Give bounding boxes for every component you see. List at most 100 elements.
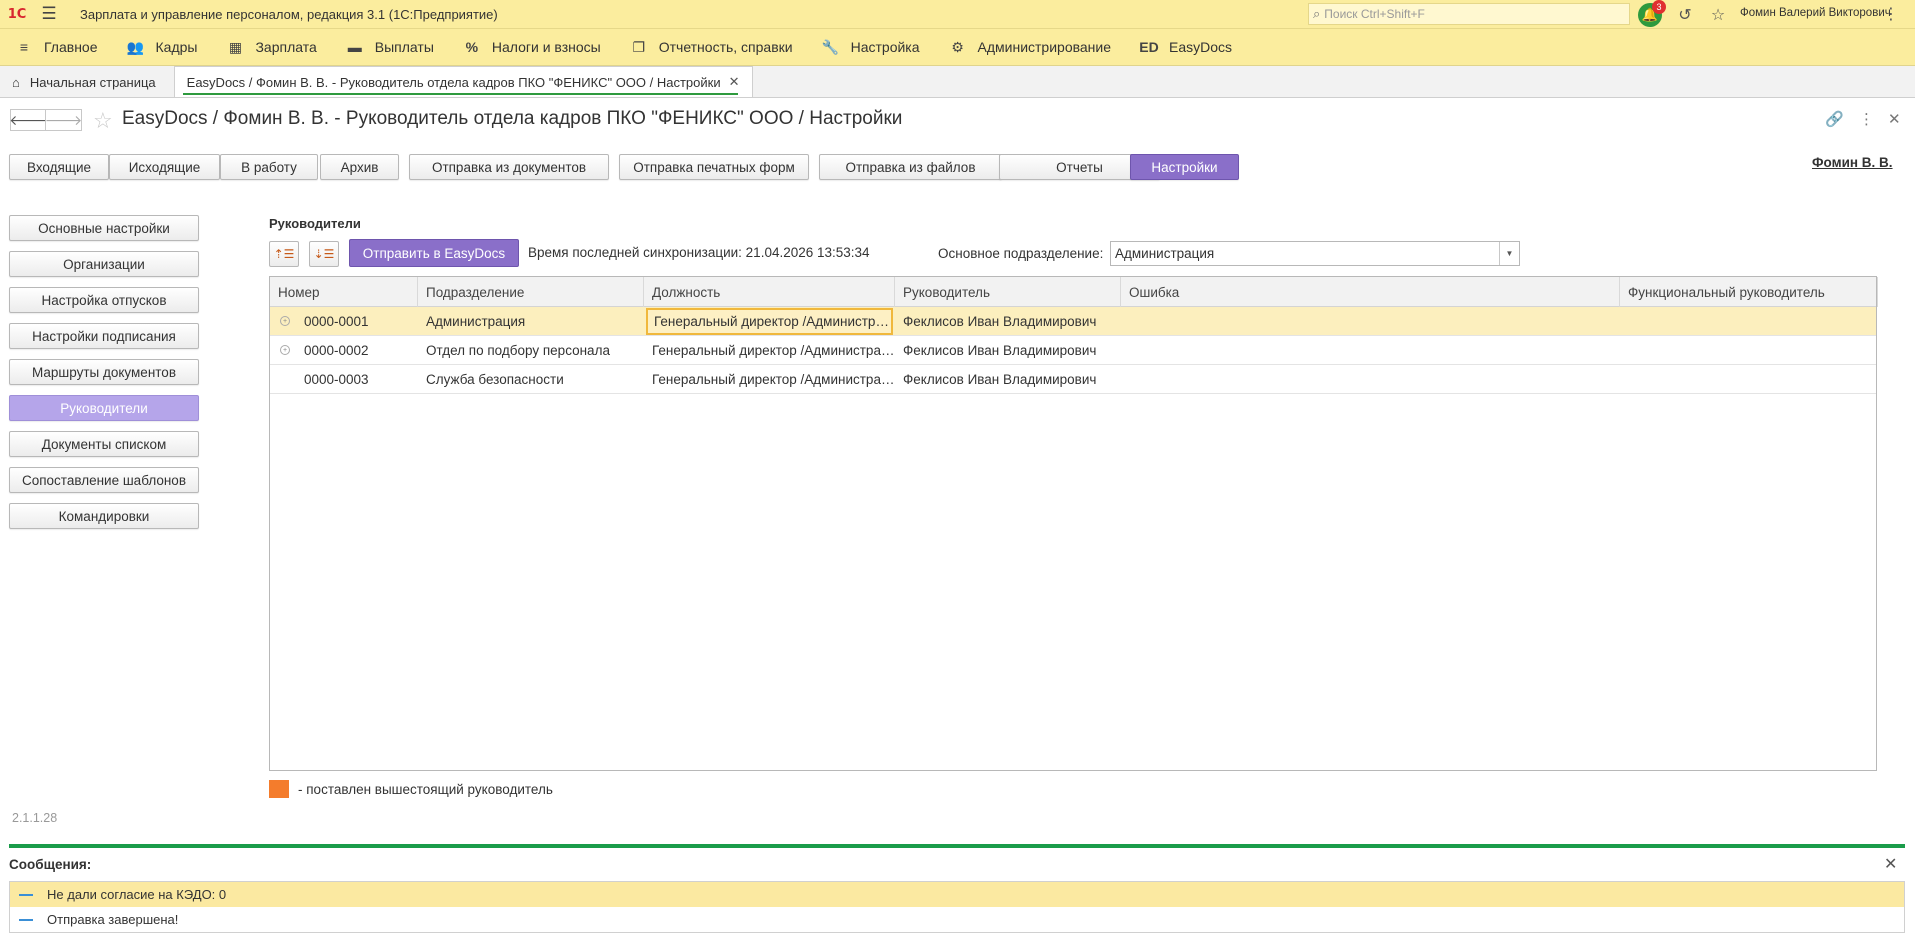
cell-department[interactable]: Служба безопасности (418, 365, 644, 394)
search-placeholder: Поиск Ctrl+Shift+F (1324, 7, 1425, 21)
favorite-star-icon[interactable]: ☆ (93, 108, 113, 134)
column-header[interactable]: Руководитель (895, 277, 1121, 307)
section-4[interactable]: ▬ Выплаты (331, 29, 448, 66)
section-label: Администрирование (977, 39, 1112, 55)
notifications-bell-icon[interactable]: 🔔 3 (1638, 0, 1666, 27)
left-menu-item-7[interactable]: Документы списком (9, 431, 199, 457)
cell-department[interactable]: Отдел по подбору персонала (418, 336, 644, 365)
left-menu-item-2[interactable]: Организации (9, 251, 199, 277)
section-label: Кадры (155, 39, 198, 55)
cell-position[interactable]: Генеральный директор /Администрация (646, 308, 893, 335)
section-9[interactable]: ED EasyDocs (1125, 29, 1246, 66)
action-button-1[interactable]: Входящие (9, 154, 109, 180)
messages-divider (9, 844, 1905, 848)
section-5[interactable]: % Налоги и взносы (448, 29, 615, 66)
table-row[interactable]: +0000-0001 Администрация Генеральный дирек… (270, 307, 1876, 336)
left-menu-item-1[interactable]: Основные настройки (9, 215, 199, 241)
close-tab-icon[interactable]: ✕ (729, 74, 740, 90)
table-row[interactable]: +0000-0002 Отдел по подбору персонала Гене… (270, 336, 1876, 365)
cell-error[interactable] (1121, 307, 1620, 336)
action-button-6[interactable]: Отправка печатных форм (619, 154, 809, 180)
tab-home[interactable]: ⌂ Начальная страница (0, 67, 168, 97)
cell-functional[interactable] (1620, 336, 1878, 365)
sort-descending-button[interactable]: ⇣☰ (309, 241, 339, 267)
section-6[interactable]: ❐ Отчетность, справки (615, 29, 807, 66)
message-text: Отправка завершена! (47, 912, 179, 927)
history-icon[interactable]: ↺ (1673, 3, 1697, 27)
message-item[interactable]: Не дали согласие на КЭДО: 0 (10, 882, 1904, 907)
table-row[interactable]: 0000-0003 Служба безопасности Генеральный … (270, 365, 1876, 394)
action-button-3[interactable]: В работу (220, 154, 318, 180)
cell-functional[interactable] (1620, 307, 1878, 336)
cell-error[interactable] (1121, 365, 1620, 394)
cell-position[interactable]: Генеральный директор /Администрация (644, 336, 895, 365)
column-header[interactable]: Должность (644, 277, 895, 307)
section-8[interactable]: ⚙ Администрирование (934, 29, 1126, 66)
department-value: Администрация (1115, 246, 1215, 261)
expand-row-icon[interactable]: + (280, 345, 290, 355)
dropdown-arrow-icon[interactable]: ▼ (1499, 242, 1519, 265)
section-label: Главное (44, 39, 98, 55)
message-item[interactable]: Отправка завершена! (10, 907, 1904, 932)
expand-row-icon[interactable]: + (280, 316, 290, 326)
table-header: Номер Подразделение Должность Руководитель О… (270, 277, 1878, 307)
message-text: Не дали согласие на КЭДО: 0 (47, 887, 227, 902)
action-button-4[interactable]: Архив (320, 154, 399, 180)
cell-manager[interactable]: Феклисов Иван Владимирович (895, 336, 1121, 365)
easydocs-icon: ED (1139, 39, 1159, 55)
department-field[interactable]: Администрация ▼ (1110, 241, 1520, 266)
section-1[interactable]: ≡ Главное (0, 29, 112, 66)
search-input[interactable]: ⌕ Поиск Ctrl+Shift+F (1308, 3, 1630, 25)
column-header[interactable]: Подразделение (418, 277, 644, 307)
version-label: 2.1.1.28 (12, 811, 58, 825)
send-to-easydocs-button[interactable]: Отправить в EasyDocs (349, 239, 519, 267)
cell-manager[interactable]: Феклисов Иван Владимирович (895, 307, 1121, 336)
cell-error[interactable] (1121, 336, 1620, 365)
left-menu-item-4[interactable]: Настройки подписания (9, 323, 199, 349)
messages-list: Не дали согласие на КЭДО: 0 Отправка заве… (9, 881, 1905, 933)
section-3[interactable]: ▦ Зарплата (211, 29, 330, 66)
action-button-9[interactable]: Настройки (1130, 154, 1239, 180)
favorites-star-icon[interactable]: ☆ (1706, 3, 1730, 27)
cell-department[interactable]: Администрация (418, 307, 644, 336)
department-label: Основное подразделение: (938, 246, 1104, 261)
left-menu-item-9[interactable]: Командировки (9, 503, 199, 529)
cell-number[interactable]: 0000-0001 (296, 307, 418, 336)
legend-text: - поставлен вышестоящий руководитель (298, 782, 553, 797)
column-header[interactable]: Ошибка (1121, 277, 1620, 307)
left-menu-item-3[interactable]: Настройка отпусков (9, 287, 199, 313)
sort-ascending-button[interactable]: ⇡☰ (269, 241, 299, 267)
tab-active-label: EasyDocs / Фомин В. В. - Руководитель от… (186, 74, 721, 90)
cell-number[interactable]: 0000-0002 (296, 336, 418, 365)
close-form-icon[interactable]: ✕ (1888, 110, 1901, 128)
message-bullet-icon (19, 918, 33, 921)
back-button[interactable]: 🡐 (9, 109, 47, 131)
section-2[interactable]: 👥 Кадры (112, 29, 212, 66)
search-icon: ⌕ (1313, 6, 1321, 21)
main-menu-icon[interactable]: ☰ (34, 0, 64, 29)
user-link[interactable]: Фомин В. В. (1812, 155, 1893, 170)
link-icon[interactable]: 🔗 (1825, 110, 1844, 128)
more-actions-icon[interactable]: ⋮ (1859, 110, 1874, 128)
left-menu-item-6[interactable]: Руководители (9, 395, 199, 421)
column-header[interactable]: Функциональный руководитель (1620, 277, 1878, 307)
tab-home-label: Начальная страница (29, 74, 156, 90)
close-messages-icon[interactable]: ✕ (1884, 854, 1897, 874)
window-menu-icon[interactable]: ⋮ (1883, 4, 1899, 24)
left-menu-item-5[interactable]: Маршруты документов (9, 359, 199, 385)
forward-button[interactable]: 🡒 (45, 109, 82, 131)
messages-title: Сообщения: (9, 857, 92, 872)
cell-functional[interactable] (1620, 365, 1878, 394)
cell-number[interactable]: 0000-0003 (296, 365, 418, 394)
section-7[interactable]: 🔧 Настройка (807, 29, 934, 66)
action-button-5[interactable]: Отправка из документов (409, 154, 609, 180)
cell-position[interactable]: Генеральный директор /Администрация (644, 365, 895, 394)
current-user-name[interactable]: Фомин Валерий Викторович (1740, 7, 1891, 19)
tab-easydocs-settings[interactable]: EasyDocs / Фомин В. В. - Руководитель от… (173, 66, 753, 97)
section-label: Налоги и взносы (491, 39, 601, 55)
left-menu-item-8[interactable]: Сопоставление шаблонов (9, 467, 199, 493)
action-button-2[interactable]: Исходящие (109, 154, 220, 180)
action-button-7[interactable]: Отправка из файлов (819, 154, 1002, 180)
cell-manager[interactable]: Феклисов Иван Владимирович (895, 365, 1121, 394)
column-header[interactable]: Номер (270, 277, 418, 307)
